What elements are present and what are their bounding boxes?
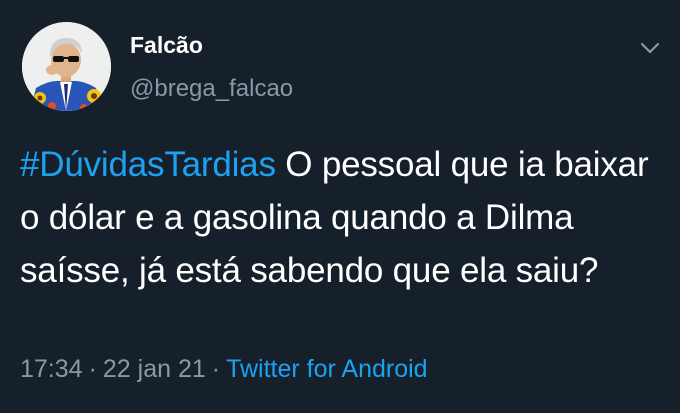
tweet-source-link[interactable]: Twitter for Android (226, 355, 427, 383)
tweet-date[interactable]: 22 jan 21 (103, 355, 206, 383)
tweet-card: Falcão @brega_falcao #DúvidasTardias O p… (0, 0, 680, 413)
tweet-text: #DúvidasTardias O pessoal que ia baixar … (20, 138, 670, 297)
meta-separator: · (88, 355, 97, 383)
hashtag-link[interactable]: #DúvidasTardias (20, 145, 276, 184)
display-name[interactable]: Falcão (130, 32, 203, 59)
user-handle[interactable]: @brega_falcao (130, 75, 293, 103)
tweet-time[interactable]: 17:34 (20, 355, 83, 383)
chevron-down-icon (640, 42, 660, 54)
tweet-menu-button[interactable] (636, 34, 664, 62)
profile-photo-icon (22, 22, 111, 111)
avatar[interactable] (22, 22, 111, 111)
tweet-meta: 17:34 · 22 jan 21 · Twitter for Android (20, 355, 428, 384)
meta-separator: · (211, 355, 221, 383)
